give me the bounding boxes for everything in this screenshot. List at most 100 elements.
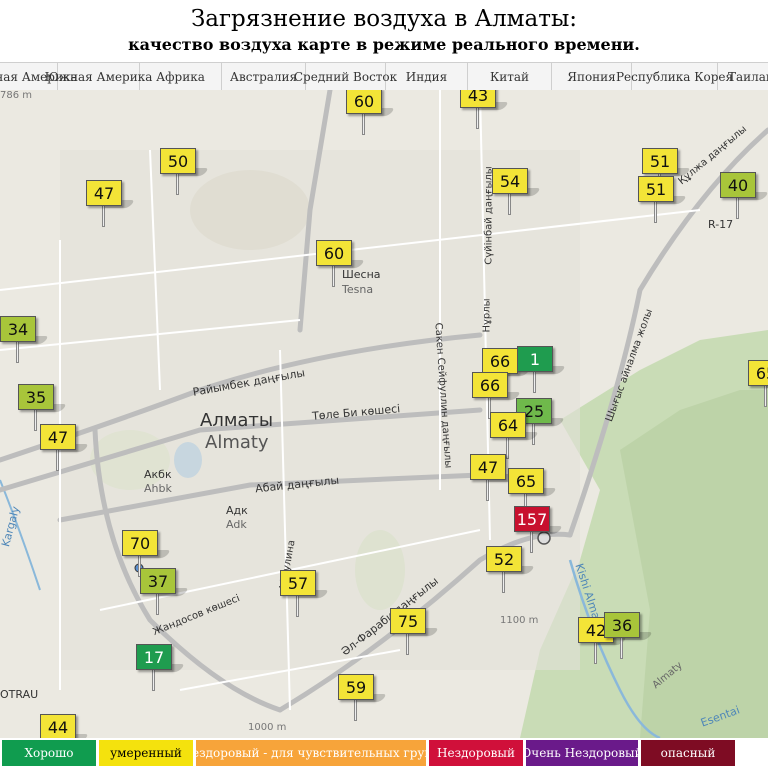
aqi-value: 43	[460, 90, 496, 108]
street-nurly: Нұрлы	[481, 298, 493, 333]
aqi-value: 34	[0, 316, 36, 342]
aqi-value: 75	[390, 608, 426, 634]
map-view[interactable]: Алматы Almaty Райымбек даңғылы Төле Би к…	[0, 90, 768, 738]
aqi-marker[interactable]: 17	[136, 644, 186, 700]
aqi-value: 57	[280, 570, 316, 596]
aqi-value: 17	[136, 644, 172, 670]
aqi-marker[interactable]: 54	[492, 168, 542, 224]
marker-pole	[620, 637, 623, 659]
tab-china[interactable]: Китай	[468, 63, 552, 91]
district-akbk-local: Акбк	[144, 468, 172, 481]
city-name-latin: Almaty	[205, 432, 269, 453]
district-adk-latin: Adk	[226, 518, 247, 531]
tab-middle-east[interactable]: Средний Восток	[294, 63, 397, 91]
label-otrau: OTRAU	[0, 688, 39, 701]
marker-pole	[486, 479, 489, 501]
marker-pole	[56, 449, 59, 471]
aqi-value: 60	[346, 90, 382, 114]
marker-pole	[502, 571, 505, 593]
aqi-value: 44	[40, 714, 76, 738]
marker-pole	[354, 699, 357, 721]
elevation-1000: 1000 m	[248, 722, 287, 733]
aqi-value: 35	[18, 384, 54, 410]
aqi-value: 50	[160, 148, 196, 174]
aqi-value: 64	[490, 412, 526, 438]
elevation-1100: 1100 m	[500, 615, 539, 626]
aqi-marker[interactable]: 57	[280, 570, 330, 626]
city-name-local: Алматы	[200, 410, 274, 431]
elevation-top: 786 m	[0, 90, 33, 101]
aqi-marker[interactable]: 47	[40, 424, 90, 480]
tab-thailand[interactable]: Таиланд	[718, 63, 768, 91]
aqi-marker[interactable]: 59	[338, 674, 388, 730]
tab-korea[interactable]: Республика Корея	[616, 63, 733, 91]
aqi-marker[interactable]: 60	[346, 90, 396, 144]
legend-very-unhealthy: Очень Нездоровый	[526, 740, 638, 766]
district-akbk-latin: Ahbk	[144, 482, 172, 495]
aqi-marker[interactable]: 51	[638, 176, 688, 232]
legend-unhealthy-sensitive: Нездоровый - для чувствительных групп	[196, 740, 426, 766]
marker-pole	[530, 531, 533, 553]
aqi-value: 37	[140, 568, 176, 594]
aqi-value: 51	[642, 148, 678, 174]
tab-south-america[interactable]: Южная Америка	[45, 63, 152, 91]
aqi-value: 52	[486, 546, 522, 572]
marker-pole	[102, 205, 105, 227]
page-subtitle: качество воздуха карте в режиме реальног…	[128, 35, 640, 54]
aqi-value: 36	[604, 612, 640, 638]
aqi-marker[interactable]: 65	[748, 360, 768, 416]
aqi-value: 40	[720, 172, 756, 198]
marker-pole	[406, 633, 409, 655]
marker-pole	[476, 107, 479, 129]
aqi-marker[interactable]: 47	[470, 454, 520, 510]
aqi-value: 47	[40, 424, 76, 450]
tab-africa[interactable]: Африка	[140, 63, 222, 91]
aqi-value: 65	[748, 360, 768, 386]
aqi-marker[interactable]: 34	[0, 316, 50, 372]
aqi-marker[interactable]: 75	[390, 608, 440, 664]
aqi-value: 157	[514, 506, 550, 532]
aqi-marker[interactable]: 37	[140, 568, 190, 624]
legend-moderate: умеренный	[99, 740, 193, 766]
aqi-value: 70	[122, 530, 158, 556]
marker-pole	[156, 593, 159, 615]
aqi-value: 47	[86, 180, 122, 206]
aqi-marker[interactable]: 44	[40, 714, 90, 738]
aqi-marker[interactable]: 43	[460, 90, 510, 138]
marker-pole	[16, 341, 19, 363]
legend-good: Хорошо	[2, 740, 96, 766]
aqi-value: 66	[482, 348, 518, 374]
aqi-value: 51	[638, 176, 674, 202]
marker-pole	[296, 595, 299, 617]
marker-pole	[594, 642, 597, 664]
page-title: Загрязнение воздуха в Алматы:	[190, 6, 578, 32]
aqi-marker[interactable]: 36	[604, 612, 654, 668]
marker-pole	[506, 437, 509, 459]
marker-pole	[533, 371, 536, 393]
marker-pole	[332, 265, 335, 287]
aqi-marker[interactable]: 50	[160, 148, 210, 204]
district-adk-local: Адк	[226, 504, 248, 517]
aqi-marker[interactable]: 60	[316, 240, 366, 296]
page-header: Загрязнение воздуха в Алматы: качество в…	[0, 0, 768, 62]
aqi-value: 54	[492, 168, 528, 194]
legend-hazardous: опасный	[641, 740, 735, 766]
marker-pole	[764, 385, 767, 407]
aqi-marker[interactable]: 1	[517, 346, 567, 402]
legend-unhealthy: Нездоровый	[429, 740, 523, 766]
tab-india[interactable]: Индия	[386, 63, 468, 91]
marker-pole	[176, 173, 179, 195]
marker-pole	[508, 193, 511, 215]
marker-pole	[654, 201, 657, 223]
marker-pole	[152, 669, 155, 691]
aqi-marker[interactable]: 40	[720, 172, 768, 228]
marker-pole	[736, 197, 739, 219]
aqi-value: 66	[472, 372, 508, 398]
aqi-value: 1	[517, 346, 553, 372]
region-tabs: Северная Америка Южная Америка Африка Ав…	[0, 62, 768, 92]
aqi-legend: Хорошо умеренный Нездоровый - для чувств…	[0, 738, 768, 768]
aqi-value: 59	[338, 674, 374, 700]
aqi-marker[interactable]: 47	[86, 180, 136, 236]
aqi-value: 47	[470, 454, 506, 480]
aqi-marker[interactable]: 52	[486, 546, 536, 602]
